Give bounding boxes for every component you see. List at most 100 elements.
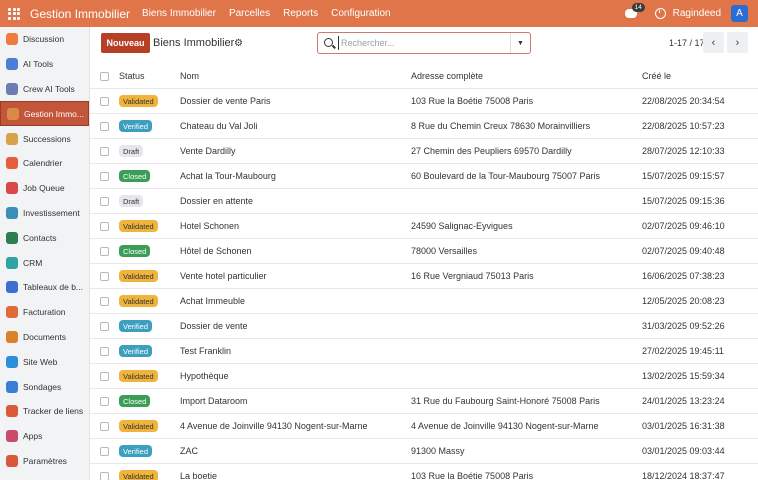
sidebar-item[interactable]: Gestion Immo... <box>0 101 89 127</box>
status-cell: Verified <box>119 445 153 457</box>
table-row[interactable]: Validated La boetie 103 Rue la Boétie 7500… <box>90 464 758 480</box>
sidebar-item[interactable]: Facturation <box>0 300 89 325</box>
sidebar-item[interactable]: Documents <box>0 325 89 350</box>
row-checkbox[interactable] <box>100 271 109 281</box>
sidebar-item[interactable]: CRM <box>0 250 89 275</box>
activity-clock-icon[interactable] <box>654 8 666 19</box>
table-row[interactable]: Verified Chateau du Val Joli 8 Rue du Chem… <box>90 114 758 139</box>
row-checkbox[interactable] <box>100 396 109 406</box>
status-badge: Validated <box>119 370 158 382</box>
app-grid-icon[interactable] <box>8 7 20 20</box>
row-checkbox[interactable] <box>100 346 109 356</box>
table-row[interactable]: Draft Vente Dardilly 27 Chemin des Peuplie… <box>90 139 758 164</box>
row-checkbox[interactable] <box>100 171 109 181</box>
row-checkbox[interactable] <box>100 296 109 306</box>
status-cell: Closed <box>119 245 151 257</box>
row-checkbox[interactable] <box>100 321 109 331</box>
menu-biens-immobilier[interactable]: Biens Immobilier <box>142 8 216 19</box>
sidebar-item[interactable]: Successions <box>0 126 89 151</box>
table-row[interactable]: Verified Test Franklin 27/02/2025 19:45:11 <box>90 339 758 364</box>
table-row[interactable]: Validated Hypothèque 13/02/2025 15:59:34 <box>90 364 758 389</box>
sidebar-item-label: Tableaux de b... <box>23 282 84 293</box>
sidebar-item-label: Apps <box>23 431 43 442</box>
header-nom[interactable]: Nom <box>180 71 199 81</box>
row-checkbox[interactable] <box>100 446 109 456</box>
search-dropdown-toggle[interactable]: ▼ <box>510 33 530 53</box>
header-adresse[interactable]: Adresse complète <box>411 71 483 81</box>
adresse-cell: 31 Rue du Faubourg Saint-Honoré 75008 Pa… <box>411 396 600 406</box>
table-row[interactable]: Validated Achat Immeuble 12/05/2025 20:08:… <box>90 289 758 314</box>
sidebar-item[interactable]: Investissement <box>0 201 89 226</box>
table-row[interactable]: Draft Dossier en attente 15/07/2025 09:15:… <box>90 189 758 214</box>
status-cell: Validated <box>119 420 158 432</box>
app-title[interactable]: Gestion Immobilier <box>30 7 130 21</box>
table-row[interactable]: Verified ZAC 91300 Massy 03/01/2025 09:03:4… <box>90 439 758 464</box>
breadcrumb: Biens Immobilier <box>153 37 235 49</box>
sidebar-item[interactable]: Apps <box>0 424 89 449</box>
new-button[interactable]: Nouveau <box>101 33 150 53</box>
sidebar-item[interactable]: Paramètres <box>0 449 89 474</box>
control-panel: Nouveau Biens Immobilier ⚙ ▼ 1-17 / 17 ‹… <box>90 27 758 64</box>
avatar[interactable]: A <box>731 5 748 22</box>
row-checkbox[interactable] <box>100 221 109 231</box>
table-row[interactable]: Verified Dossier de vente 31/03/2025 09:52… <box>90 314 758 339</box>
date-cell: 02/07/2025 09:46:10 <box>642 221 725 231</box>
adresse-cell: 91300 Massy <box>411 446 465 456</box>
status-cell: Validated <box>119 220 158 232</box>
sidebar-item[interactable]: Crew AI Tools <box>0 77 89 102</box>
gear-icon[interactable]: ⚙ <box>234 38 243 49</box>
sidebar-item[interactable]: Contacts <box>0 225 89 250</box>
row-checkbox[interactable] <box>100 246 109 256</box>
row-checkbox[interactable] <box>100 421 109 431</box>
sidebar-item[interactable]: Discussion <box>0 27 89 52</box>
adresse-cell: 8 Rue du Chemin Creux 78630 Morainvillie… <box>411 121 591 131</box>
row-checkbox[interactable] <box>100 471 109 480</box>
sidebar-item[interactable]: Sondages <box>0 374 89 399</box>
table-row[interactable]: Validated Hotel Schonen 24590 Salignac-Eyv… <box>90 214 758 239</box>
status-badge: Verified <box>119 445 153 457</box>
pager-previous-button[interactable]: ‹ <box>703 32 724 53</box>
sidebar-item[interactable]: Site Web <box>0 349 89 374</box>
header-status[interactable]: Status <box>119 71 145 81</box>
header-cree-le[interactable]: Créé le <box>642 71 671 81</box>
menu-reports[interactable]: Reports <box>283 8 318 19</box>
row-checkbox[interactable] <box>100 371 109 381</box>
nom-cell: Hôtel de Schonen <box>180 246 252 256</box>
sidebar-item[interactable]: AI Tools <box>0 52 89 77</box>
app-icon <box>6 380 18 393</box>
nom-cell: Achat la Tour-Maubourg <box>180 171 276 181</box>
app-icon <box>6 330 18 343</box>
menu-configuration[interactable]: Configuration <box>331 8 390 19</box>
table-row[interactable]: Closed Hôtel de Schonen 78000 Versailles 02… <box>90 239 758 264</box>
app-icon <box>7 107 19 120</box>
table-row[interactable]: Closed Achat la Tour-Maubourg 60 Boulevard… <box>90 164 758 189</box>
pager-next-button[interactable]: › <box>727 32 748 53</box>
nom-cell: Dossier en attente <box>180 196 254 206</box>
table-header: Status Nom Adresse complète Créé le <box>90 64 758 89</box>
nom-cell: Vente hotel particulier <box>180 271 267 281</box>
status-badge: Closed <box>119 395 151 407</box>
table-row[interactable]: Validated Vente hotel particulier 16 Rue V… <box>90 264 758 289</box>
chat-icon[interactable]: 14 <box>624 3 645 18</box>
table-row[interactable]: Validated Dossier de vente Paris 103 Rue l… <box>90 89 758 114</box>
sidebar-item[interactable]: Calendrier <box>0 151 89 176</box>
pager-value[interactable]: 1-17 / 17 <box>669 38 705 48</box>
sidebar-item-label: Documents <box>23 331 66 342</box>
table-row[interactable]: Closed Import Dataroom 31 Rue du Faubourg … <box>90 389 758 414</box>
app-icon <box>6 281 18 294</box>
row-checkbox[interactable] <box>100 146 109 156</box>
search-input[interactable] <box>338 36 506 50</box>
sidebar-item[interactable]: Job Queue <box>0 176 89 201</box>
sidebar-item[interactable]: Tableaux de b... <box>0 275 89 300</box>
menu-parcelles[interactable]: Parcelles <box>229 8 270 19</box>
sidebar-item-label: Site Web <box>23 356 58 367</box>
status-badge: Verified <box>119 345 153 357</box>
date-cell: 16/06/2025 07:38:23 <box>642 271 725 281</box>
row-checkbox[interactable] <box>100 121 109 131</box>
select-all-checkbox[interactable] <box>100 71 109 81</box>
username[interactable]: Ragindeed <box>673 8 721 19</box>
row-checkbox[interactable] <box>100 196 109 206</box>
row-checkbox[interactable] <box>100 96 109 106</box>
sidebar-item[interactable]: Tracker de liens <box>0 399 89 424</box>
table-row[interactable]: Validated 4 Avenue de Joinville 94130 Nog… <box>90 414 758 439</box>
